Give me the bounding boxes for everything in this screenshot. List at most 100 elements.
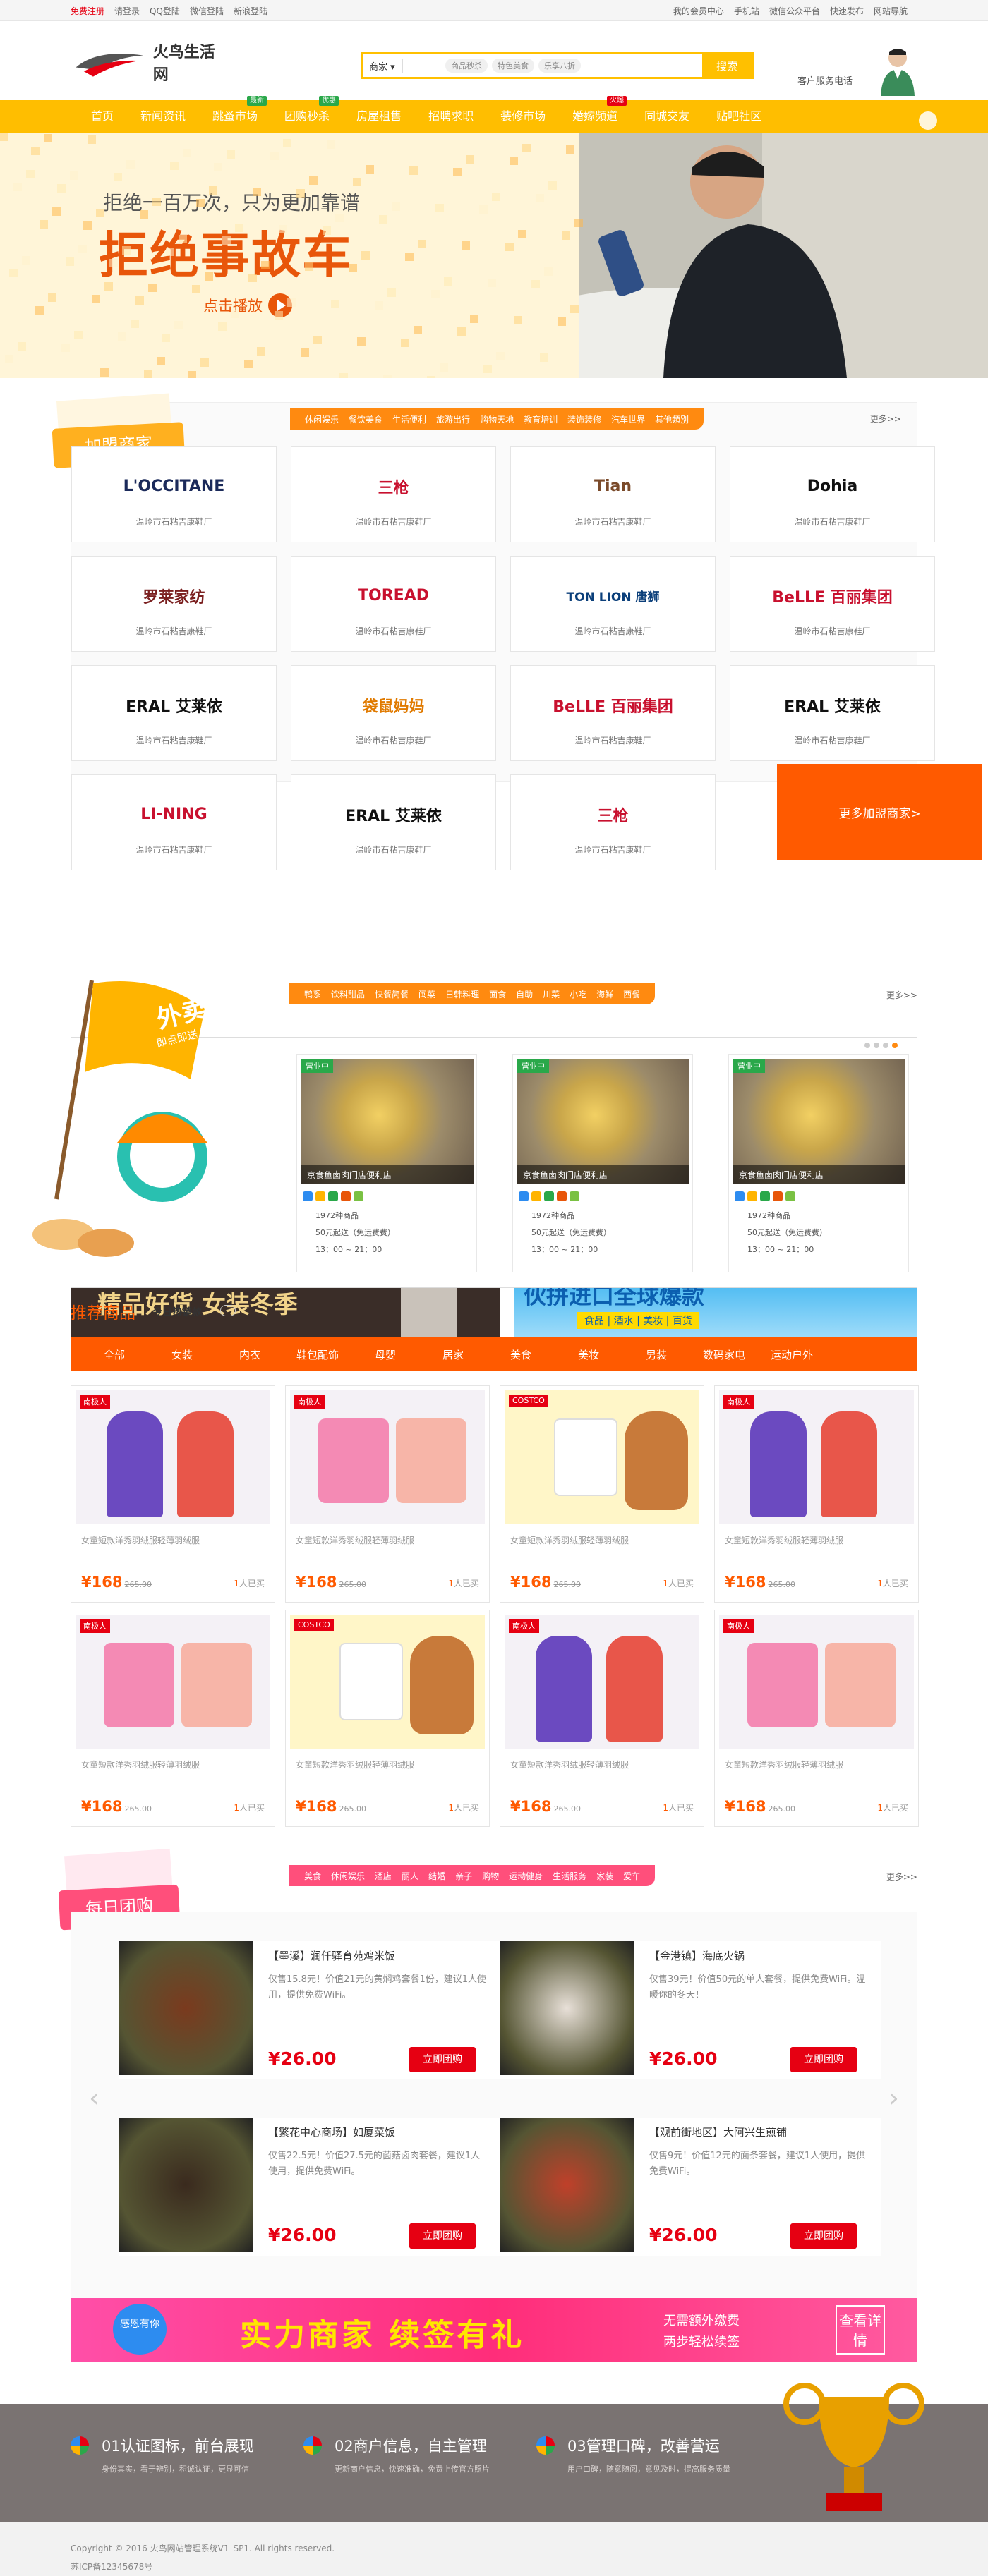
slider-dots[interactable] bbox=[864, 1043, 898, 1048]
merchant-tab[interactable]: 休闲娱乐 bbox=[305, 413, 339, 425]
deal-card[interactable]: 【墨溪】润仟驿育苑鸡米饭 仅售15.8元！价值21元的黄焖鸡套餐1份，建议1人使用… bbox=[119, 1941, 500, 2079]
merchant-tab[interactable]: 餐饮美食 bbox=[349, 413, 382, 425]
deal-card[interactable]: 【金港镇】海底火锅 仅售39元！价值50元的单人套餐，提供免费WiFi。温暖你的冬… bbox=[500, 1941, 881, 2079]
site-logo[interactable]: 火鸟生活网 bbox=[71, 41, 226, 84]
takeout-tab[interactable]: 自助 bbox=[516, 988, 533, 1000]
category-tab[interactable]: 女装 bbox=[148, 1347, 216, 1362]
nav-item-4[interactable]: 房屋租售 bbox=[343, 100, 415, 133]
deal-card[interactable]: 【繁花中心商场】如厦菜饭 仅售22.5元！价值27.5元的菌菇卤肉套餐，建议1人使… bbox=[119, 2118, 500, 2256]
nav-item-9[interactable]: 贴吧社区 bbox=[703, 100, 775, 133]
nav-item-5[interactable]: 招聘求职 bbox=[415, 100, 487, 133]
group-tab[interactable]: 亲子 bbox=[455, 1870, 472, 1882]
takeout-more-link[interactable]: 更多>> bbox=[886, 989, 917, 1001]
prev-arrow-icon[interactable]: ‹ bbox=[89, 2082, 100, 2113]
category-tab[interactable]: 数码家电 bbox=[690, 1347, 758, 1362]
promo-button[interactable]: 查看详情 bbox=[836, 2305, 885, 2355]
merchant-tile[interactable]: L'OCCITANE 温岭市石粘吉康鞋厂 bbox=[71, 446, 277, 542]
takeout-shop-card[interactable]: 营业中 京食鱼卤肉门店便利店 1972种商品 50元起送（免运费费） 13：00 ~ 2… bbox=[728, 1054, 909, 1272]
search-button[interactable]: 搜索 bbox=[702, 54, 752, 77]
product-card[interactable]: COSTCO 女童短款洋秀羽绒服轻薄羽绒服 ¥168 265.00 1人已买 bbox=[285, 1610, 490, 1827]
skin-switch-icon[interactable] bbox=[919, 111, 937, 130]
merchant-tile[interactable]: TOREAD 温岭市石粘吉康鞋厂 bbox=[291, 556, 496, 652]
promo-banner[interactable]: 感恩有你 实力商家 续签有礼 无需额外缴费 两步轻松续签 查看详情 bbox=[71, 2298, 917, 2362]
top-right-link-0[interactable]: 我的会员中心 bbox=[673, 6, 724, 16]
takeout-tab[interactable]: 日韩料理 bbox=[445, 988, 479, 1000]
product-card[interactable]: 南极人 女童短款洋秀羽绒服轻薄羽绒服 ¥168 265.00 1人已买 bbox=[500, 1610, 704, 1827]
merchant-tab[interactable]: 生活便利 bbox=[392, 413, 426, 425]
merchant-tab[interactable]: 汽车世界 bbox=[611, 413, 645, 425]
group-tab[interactable]: 丽人 bbox=[402, 1870, 418, 1882]
merchant-tile[interactable]: TON LION 唐狮 温岭市石粘吉康鞋厂 bbox=[510, 556, 716, 652]
top-right-link-1[interactable]: 手机站 bbox=[734, 6, 759, 16]
top-link-0[interactable]: 免费注册 bbox=[71, 6, 104, 16]
nav-item-7[interactable]: 婚嫁频道 火爆 bbox=[559, 96, 631, 133]
hero-banner[interactable]: 拒绝一百万次，只为更加靠谱 拒绝事故车 点击播放 bbox=[0, 133, 988, 378]
category-tab[interactable]: 美妆 bbox=[555, 1347, 622, 1362]
nav-item-1[interactable]: 新闻资讯 bbox=[127, 100, 199, 133]
group-tab[interactable]: 生活服务 bbox=[553, 1870, 586, 1882]
category-tab[interactable]: 母婴 bbox=[351, 1347, 419, 1362]
takeout-tab[interactable]: 西餐 bbox=[623, 988, 640, 1000]
top-link-4[interactable]: 新浪登陆 bbox=[234, 6, 267, 16]
takeout-shop-card[interactable]: 营业中 京食鱼卤肉门店便利店 1972种商品 50元起送（免运费费） 13：00 ~ 2… bbox=[512, 1054, 693, 1272]
merchant-tile[interactable]: ERAL 艾莱依 温岭市石粘吉康鞋厂 bbox=[71, 665, 277, 761]
takeout-tab[interactable]: 川菜 bbox=[543, 988, 560, 1000]
next-arrow-icon[interactable]: › bbox=[888, 2082, 899, 2113]
takeout-tab[interactable]: 面食 bbox=[489, 988, 506, 1000]
product-card[interactable]: 南极人 女童短款洋秀羽绒服轻薄羽绒服 ¥168 265.00 1人已买 bbox=[714, 1385, 919, 1603]
nav-item-6[interactable]: 装修市场 bbox=[487, 100, 559, 133]
deal-buy-button[interactable]: 立即团购 bbox=[790, 2223, 857, 2249]
merchant-tab[interactable]: 装饰装修 bbox=[567, 413, 601, 425]
merchants-more-link[interactable]: 更多>> bbox=[870, 413, 901, 425]
category-tab[interactable]: 内衣 bbox=[216, 1347, 284, 1362]
nav-item-8[interactable]: 同城交友 bbox=[631, 100, 703, 133]
search-tag[interactable]: 商品秒杀 bbox=[445, 59, 488, 73]
takeout-tab[interactable]: 鸭系 bbox=[304, 988, 321, 1000]
group-tab[interactable]: 购物 bbox=[482, 1870, 499, 1882]
deal-card[interactable]: 【观前街地区】大阿兴生煎铺 仅售9元！价值12元的面条套餐，建议1人使用，提供免费… bbox=[500, 2118, 881, 2256]
merchant-tile[interactable]: 袋鼠妈妈 温岭市石粘吉康鞋厂 bbox=[291, 665, 496, 761]
group-more-link[interactable]: 更多>> bbox=[886, 1871, 917, 1883]
merchant-tab[interactable]: 教育培训 bbox=[524, 413, 558, 425]
takeout-tab[interactable]: 饮料甜品 bbox=[331, 988, 365, 1000]
deal-buy-button[interactable]: 立即团购 bbox=[790, 2047, 857, 2072]
top-link-3[interactable]: 微信登陆 bbox=[190, 6, 224, 16]
merchant-tile[interactable]: ERAL 艾莱依 温岭市石粘吉康鞋厂 bbox=[291, 774, 496, 870]
top-link-2[interactable]: QQ登陆 bbox=[150, 6, 180, 16]
top-right-link-4[interactable]: 网站导航 bbox=[874, 6, 908, 16]
nav-item-3[interactable]: 团购秒杀 优惠 bbox=[271, 96, 343, 133]
deal-buy-button[interactable]: 立即团购 bbox=[409, 2223, 476, 2249]
merchant-tab[interactable]: 其他類別 bbox=[655, 413, 689, 425]
search-tag[interactable]: 特色美食 bbox=[492, 59, 534, 73]
merchant-tab[interactable]: 旅游出行 bbox=[436, 413, 470, 425]
nav-item-2[interactable]: 跳蚤市场 最新 bbox=[199, 96, 271, 133]
merchant-tile[interactable]: ERAL 艾莱依 温岭市石粘吉康鞋厂 bbox=[730, 665, 935, 761]
category-tab[interactable]: 男装 bbox=[622, 1347, 690, 1362]
category-tab[interactable]: 全部 bbox=[80, 1347, 148, 1362]
product-card[interactable]: 南极人 女童短款洋秀羽绒服轻薄羽绒服 ¥168 265.00 1人已买 bbox=[285, 1385, 490, 1603]
deal-buy-button[interactable]: 立即团购 bbox=[409, 2047, 476, 2072]
takeout-shop-card[interactable]: 营业中 京食鱼卤肉门店便利店 1972种商品 50元起送（免运费费） 13：00 ~ 2… bbox=[296, 1054, 477, 1272]
group-tab[interactable]: 结婚 bbox=[428, 1870, 445, 1882]
top-right-link-3[interactable]: 快速发布 bbox=[830, 6, 864, 16]
top-right-link-2[interactable]: 微信公众平台 bbox=[769, 6, 820, 16]
takeout-tab[interactable]: 闽菜 bbox=[418, 988, 435, 1000]
category-tab[interactable]: 鞋包配饰 bbox=[284, 1347, 351, 1362]
merchant-tile[interactable]: BeLLE 百丽集团 温岭市石粘吉康鞋厂 bbox=[730, 556, 935, 652]
group-tab[interactable]: 运动健身 bbox=[509, 1870, 543, 1882]
product-card[interactable]: 南极人 女童短款洋秀羽绒服轻薄羽绒服 ¥168 265.00 1人已买 bbox=[71, 1610, 275, 1827]
takeout-tab[interactable]: 快餐简餐 bbox=[375, 988, 409, 1000]
merchant-tile[interactable]: Dohia 温岭市石粘吉康鞋厂 bbox=[730, 446, 935, 542]
takeout-tab[interactable]: 海鲜 bbox=[596, 988, 613, 1000]
group-tab[interactable]: 酒店 bbox=[375, 1870, 392, 1882]
top-link-1[interactable]: 请登录 bbox=[114, 6, 140, 16]
search-category-select[interactable]: 商家 ▾ bbox=[363, 59, 403, 73]
category-tab[interactable]: 美食 bbox=[487, 1347, 555, 1362]
category-tab[interactable]: 运动户外 bbox=[758, 1347, 826, 1362]
product-card[interactable]: 南极人 女童短款洋秀羽绒服轻薄羽绒服 ¥168 265.00 1人已买 bbox=[71, 1385, 275, 1603]
product-card[interactable]: COSTCO 女童短款洋秀羽绒服轻薄羽绒服 ¥168 265.00 1人已买 bbox=[500, 1385, 704, 1603]
group-tab[interactable]: 家装 bbox=[596, 1870, 613, 1882]
product-card[interactable]: 南极人 女童短款洋秀羽绒服轻薄羽绒服 ¥168 265.00 1人已买 bbox=[714, 1610, 919, 1827]
merchant-tab[interactable]: 购物天地 bbox=[480, 413, 514, 425]
takeout-tab[interactable]: 小吃 bbox=[570, 988, 586, 1000]
